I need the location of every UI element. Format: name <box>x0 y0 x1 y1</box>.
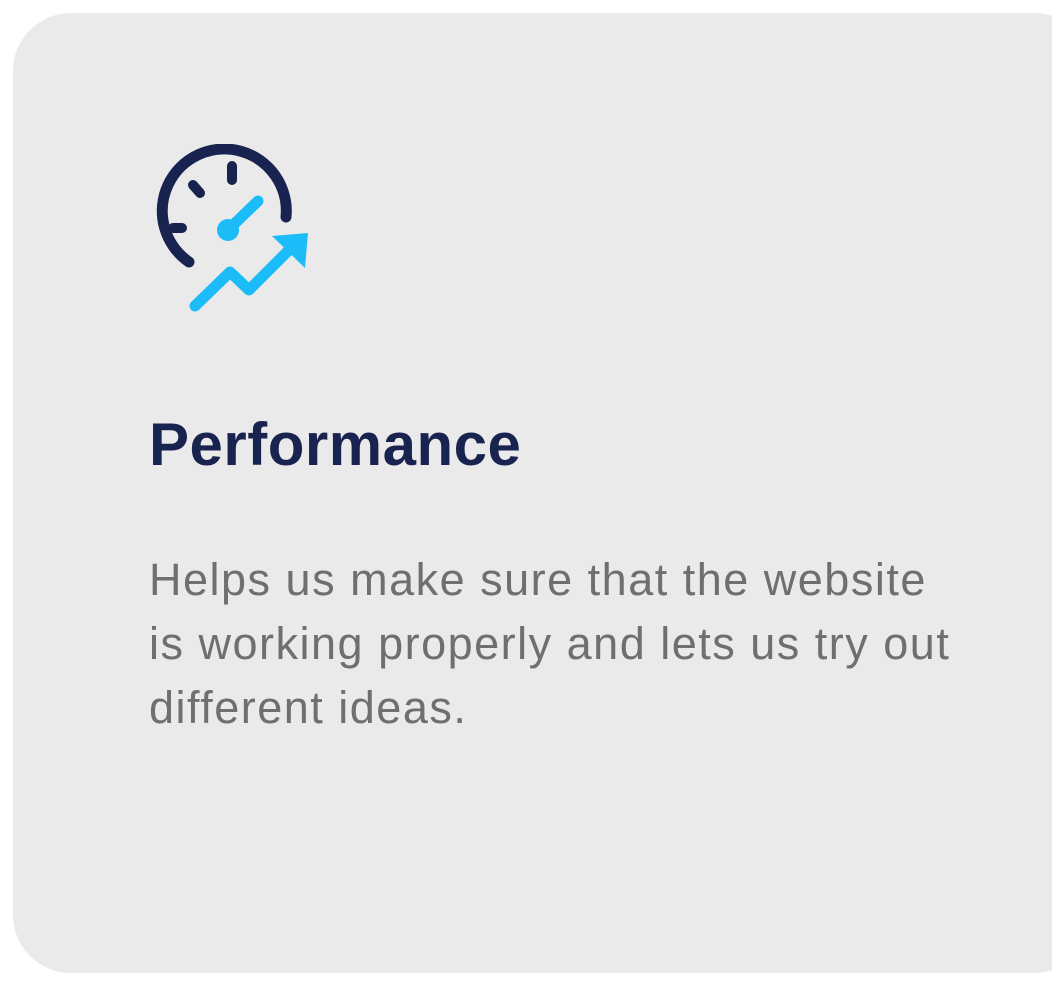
speedometer-hub <box>217 219 239 241</box>
speedometer-trend-up-icon <box>145 143 315 314</box>
speedometer-dial <box>156 143 292 268</box>
trend-line <box>189 243 296 312</box>
speedometer-tick-upper-left <box>188 180 205 198</box>
card-description: Helps us make sure that the website is w… <box>149 554 951 733</box>
card-title: Performance <box>149 411 522 478</box>
performance-card: Performance Helps us make sure that the … <box>13 13 1052 973</box>
